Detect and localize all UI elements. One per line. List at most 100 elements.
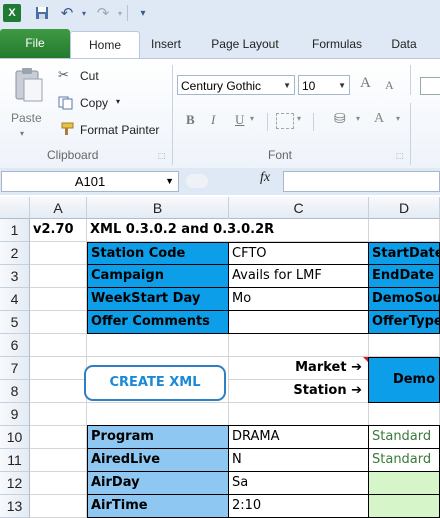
cell-a1[interactable]: v2.70 <box>30 219 87 242</box>
cell-d2[interactable]: StartDate <box>368 242 440 265</box>
cell-b2[interactable]: Station Code <box>87 242 229 265</box>
insert-function-icon[interactable]: fx <box>260 170 270 186</box>
cell-c9[interactable] <box>229 403 369 426</box>
cell-c10[interactable]: DRAMA <box>228 425 369 449</box>
cell-c2[interactable]: CFTO <box>228 242 369 265</box>
cell-a2[interactable] <box>30 242 87 265</box>
paste-button[interactable]: Paste <box>11 111 42 125</box>
undo-dropdown-icon[interactable]: ▾ <box>75 4 93 22</box>
font-launcher-icon[interactable]: ⬚ <box>396 151 404 160</box>
cell-d5[interactable]: OfferType <box>368 310 440 334</box>
column-header-b[interactable]: B <box>87 197 229 219</box>
cell-c6[interactable] <box>229 334 369 357</box>
cell-d11[interactable]: Standard <box>368 448 440 472</box>
column-header-d[interactable]: D <box>369 197 440 219</box>
cell-c7-market[interactable]: Market ➔ <box>229 357 369 380</box>
underline-icon[interactable]: U <box>235 112 244 128</box>
row-header-7[interactable]: 7 <box>0 357 30 380</box>
formula-bar-resize-handle[interactable] <box>186 174 208 188</box>
fill-color-dropdown-icon[interactable]: ▾ <box>356 114 360 123</box>
copy-dropdown-icon[interactable]: ▾ <box>116 97 120 106</box>
row-header-12[interactable]: 12 <box>0 472 30 495</box>
grow-font-icon[interactable]: A <box>360 75 371 92</box>
tab-file[interactable]: File <box>0 29 70 58</box>
cell-a12[interactable] <box>30 472 87 495</box>
cell-c8-station[interactable]: Station ➔ <box>229 380 369 403</box>
cell-a8[interactable] <box>30 380 87 403</box>
row-header-4[interactable]: 4 <box>0 288 30 311</box>
cell-c11[interactable]: N <box>228 448 369 472</box>
cell-c4[interactable]: Mo <box>228 287 369 311</box>
font-color-dropdown-icon[interactable]: ▾ <box>396 114 400 123</box>
tab-home[interactable]: Home <box>70 31 140 59</box>
tab-page-layout[interactable]: Page Layout <box>200 31 290 58</box>
row-header-11[interactable]: 11 <box>0 449 30 472</box>
paste-dropdown-icon[interactable]: ▾ <box>20 129 24 138</box>
tab-formulas[interactable]: Formulas <box>298 31 376 58</box>
font-name-dropdown-icon[interactable]: ▼ <box>283 76 291 96</box>
row-header-5[interactable]: 5 <box>0 311 30 334</box>
cell-d9[interactable] <box>369 403 440 426</box>
underline-dropdown-icon[interactable]: ▾ <box>250 114 254 123</box>
cell-a9[interactable] <box>30 403 87 426</box>
cell-a11[interactable] <box>30 449 87 472</box>
row-header-13[interactable]: 13 <box>0 495 30 518</box>
row-header-1[interactable]: 1 <box>0 219 30 242</box>
comment-indicator-icon[interactable] <box>363 357 368 362</box>
cell-d7-d8[interactable]: Demo <box>368 357 440 403</box>
excel-app-icon[interactable]: X <box>3 4 21 22</box>
cell-d6[interactable] <box>369 334 440 357</box>
row-header-9[interactable]: 9 <box>0 403 30 426</box>
cell-a5[interactable] <box>30 311 87 334</box>
font-color-icon[interactable]: A <box>374 111 384 127</box>
name-box-dropdown-icon[interactable]: ▼ <box>165 172 174 191</box>
cell-a7[interactable] <box>30 357 87 380</box>
row-header-8[interactable]: 8 <box>0 380 30 403</box>
undo-icon[interactable]: ↶ <box>58 4 76 22</box>
cell-c12[interactable]: Sa <box>228 471 369 495</box>
select-all-corner[interactable] <box>0 197 30 219</box>
italic-icon[interactable]: I <box>211 112 215 128</box>
cell-b5[interactable]: Offer Comments <box>87 310 229 334</box>
cell-a4[interactable] <box>30 288 87 311</box>
cell-c3[interactable]: Avails for LMF <box>228 264 369 288</box>
cell-d3[interactable]: EndDate <box>368 264 440 288</box>
cell-b3[interactable]: Campaign <box>87 264 229 288</box>
cell-a6[interactable] <box>30 334 87 357</box>
cell-b9[interactable] <box>87 403 229 426</box>
cell-b1[interactable]: XML 0.3.0.2 and 0.3.0.2R <box>87 219 369 242</box>
clipboard-launcher-icon[interactable]: ⬚ <box>158 151 166 160</box>
column-header-a[interactable]: A <box>30 197 87 219</box>
bold-icon[interactable]: B <box>186 112 195 128</box>
cell-b11[interactable]: AiredLive <box>87 448 229 472</box>
cell-b10[interactable]: Program <box>87 425 229 449</box>
cell-a13[interactable] <box>30 495 87 518</box>
cell-b4[interactable]: WeekStart Day <box>87 287 229 311</box>
cell-b6[interactable] <box>87 334 229 357</box>
tab-data[interactable]: Data <box>382 31 426 58</box>
cell-b13[interactable]: AirTime <box>87 494 229 518</box>
font-size-dropdown-icon[interactable]: ▼ <box>338 76 346 96</box>
format-painter-button[interactable]: Format Painter <box>80 123 159 137</box>
cell-a10[interactable] <box>30 426 87 449</box>
row-header-2[interactable]: 2 <box>0 242 30 265</box>
tab-insert[interactable]: Insert <box>140 31 192 58</box>
borders-icon[interactable] <box>276 113 294 129</box>
fill-color-icon[interactable]: ⛁ <box>334 111 346 127</box>
border-icon[interactable] <box>420 77 440 95</box>
cell-d10[interactable]: Standard <box>368 425 440 449</box>
shrink-font-icon[interactable]: A <box>385 78 394 93</box>
row-header-6[interactable]: 6 <box>0 334 30 357</box>
cell-d1[interactable] <box>369 219 440 242</box>
redo-icon[interactable]: ↷ <box>94 4 112 22</box>
cell-c5[interactable] <box>228 310 369 334</box>
save-icon[interactable] <box>33 4 51 22</box>
row-header-10[interactable]: 10 <box>0 426 30 449</box>
row-header-3[interactable]: 3 <box>0 265 30 288</box>
create-xml-button[interactable]: CREATE XML <box>84 365 226 401</box>
font-size-combo[interactable]: 10 ▼ <box>298 75 350 95</box>
cell-d13[interactable] <box>368 494 440 518</box>
cell-b12[interactable]: AirDay <box>87 471 229 495</box>
formula-input[interactable] <box>283 171 440 192</box>
cut-button[interactable]: Cut <box>80 69 99 83</box>
